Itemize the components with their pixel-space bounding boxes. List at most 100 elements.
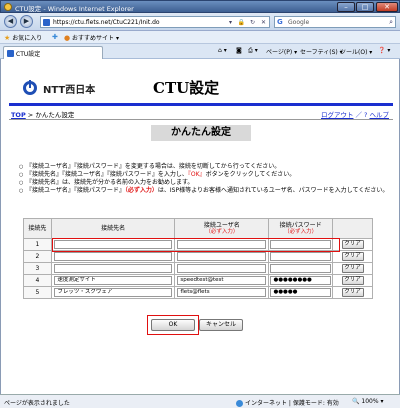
connection-table: 接続先 接続先名 接続ユーザ名 （必ず入力） 接続パスワード （必ず入力） 1 クリ… — [23, 218, 373, 299]
zoom-level[interactable]: 🔍 100% ▾ — [352, 398, 383, 405]
connection-name-input[interactable]: フレッツ・スクウェア — [54, 288, 173, 297]
breadcrumb: TOP > かんたん設定 — [11, 109, 74, 119]
row-number: 3 — [23, 262, 52, 275]
address-field[interactable]: https://ctu.flets.net/CtuC221/Init.do ▾ … — [40, 16, 270, 28]
section-heading: かんたん設定 — [151, 125, 251, 141]
table-row: 4 速度測定サイト speedtest@test ●●●●●●●● クリア — [23, 274, 373, 287]
google-icon: G — [277, 18, 283, 26]
table-row: 5 フレッツ・スクウェア flets@flets ●●●●● クリア — [23, 286, 373, 299]
breadcrumb-top-link[interactable]: TOP — [11, 111, 26, 119]
tab-bar: CTU設定 ⌂ ▾ ◙ ⎙ ▾ ページ(P) ▾ セーフティ(S) ▾ ツール(… — [0, 44, 400, 59]
lock-icon[interactable]: 🔒 — [237, 18, 246, 27]
header-connection-no: 接続先 — [23, 218, 52, 239]
link-separator: ／ — [355, 111, 362, 119]
window-titlebar: CTU設定 - Windows Internet Explorer – □ ✕ — [0, 0, 400, 13]
connection-name-input[interactable]: 速度測定サイト — [54, 276, 173, 285]
favorites-button[interactable]: ★ お気に入り — [4, 33, 42, 42]
suggested-sites-link[interactable]: ● おすすめサイト ▾ — [64, 33, 119, 42]
header-connection-name: 接続先名 — [50, 218, 176, 239]
connection-name-input[interactable] — [54, 252, 173, 261]
connection-name-input[interactable] — [54, 264, 173, 273]
clear-button[interactable]: クリア — [341, 252, 364, 261]
security-zone: インターネット | 保護モード: 有効 — [236, 398, 339, 407]
search-input[interactable]: G Google ⌕ — [274, 16, 396, 28]
connection-name-input[interactable] — [54, 240, 173, 249]
search-placeholder: Google — [288, 19, 310, 26]
stop-icon[interactable]: ✕ — [259, 18, 268, 27]
dropdown-icon[interactable]: ▾ — [226, 18, 235, 27]
site-favicon-icon — [43, 19, 50, 26]
row-number: 5 — [23, 286, 52, 299]
tab-label: CTU設定 — [16, 51, 41, 58]
forward-button[interactable]: ▶ — [20, 15, 33, 28]
ok-button[interactable]: OK — [151, 319, 195, 331]
tab-favicon-icon — [7, 50, 14, 57]
instruction-list: 『接続ユーザ名』『接続パスワード』を変更する場合は、接続を切断してから行ってくだ… — [19, 163, 389, 195]
tools-menu[interactable]: ツール(O) ▾ — [340, 47, 372, 56]
favorites-bar: ★ お気に入り ✚ ● おすすめサイト ▾ — [0, 31, 400, 44]
top-links: ログアウト／? ヘルプ — [321, 109, 389, 119]
print-icon[interactable]: ⎙ ▾ — [248, 47, 258, 55]
row-number: 2 — [23, 250, 52, 263]
page-title: CTU設定 — [153, 79, 220, 97]
page-menu[interactable]: ページ(P) ▾ — [266, 47, 297, 56]
breadcrumb-separator: > — [25, 111, 36, 119]
password-input[interactable]: ●●●●●●●● — [270, 276, 331, 285]
header-divider — [9, 103, 393, 106]
required-note: （必ず入力） — [205, 228, 239, 235]
user-name-input[interactable] — [177, 240, 267, 249]
home-icon[interactable]: ⌂ ▾ — [218, 47, 227, 54]
instruction-item: 『接続先名』『接続ユーザ名』『接続パスワード』を入力し、『OK』ボタンをクリック… — [19, 171, 389, 179]
maximize-button[interactable]: □ — [356, 2, 374, 12]
password-input[interactable] — [270, 264, 331, 273]
password-input[interactable]: ●●●●● — [270, 288, 331, 297]
breadcrumb-divider — [9, 119, 393, 120]
status-text: ページが表示されました — [4, 400, 70, 407]
search-icon[interactable]: ⌕ — [389, 18, 393, 27]
address-url: https://ctu.flets.net/CtuC221/Init.do — [53, 19, 160, 26]
header-user-name: 接続ユーザ名 （必ず入力） — [174, 218, 270, 239]
minimize-button[interactable]: – — [337, 2, 355, 12]
suggested-label: おすすめサイト ▾ — [72, 35, 119, 42]
ie-icon — [4, 3, 12, 11]
favorites-label: お気に入り — [12, 35, 43, 42]
suggested-sites-button[interactable]: ✚ — [52, 33, 58, 41]
user-name-input[interactable] — [177, 252, 267, 261]
user-name-input[interactable]: flets@flets — [177, 288, 267, 297]
clear-button[interactable]: クリア — [341, 264, 364, 273]
safety-menu[interactable]: セーフティ(S) ▾ — [300, 47, 343, 56]
zoom-icon: 🔍 — [352, 398, 360, 405]
help-menu[interactable]: ❓ ▾ — [378, 47, 390, 54]
back-button[interactable]: ◀ — [4, 15, 17, 28]
header-clear — [332, 218, 373, 239]
globe-icon — [236, 400, 243, 407]
user-name-input[interactable] — [177, 264, 267, 273]
page-content: NTT西日本 CTU設定 TOP > かんたん設定 ログアウト／? ヘルプ かん… — [0, 59, 400, 394]
password-input[interactable] — [270, 240, 331, 249]
password-input[interactable] — [270, 252, 331, 261]
clear-button[interactable]: クリア — [341, 288, 364, 297]
clear-button[interactable]: クリア — [341, 276, 364, 285]
tab-ctu[interactable]: CTU設定 — [3, 46, 103, 59]
help-link[interactable]: ヘルプ — [370, 111, 390, 119]
refresh-icon[interactable]: ↻ — [248, 18, 257, 27]
status-bar: ページが表示されました インターネット | 保護モード: 有効 🔍 100% ▾ — [0, 394, 400, 408]
logout-link[interactable]: ログアウト — [321, 111, 354, 119]
feeds-icon[interactable]: ◙ — [236, 47, 242, 54]
user-name-input[interactable]: speedtest@test — [177, 276, 267, 285]
cancel-button[interactable]: キャンセル — [199, 319, 243, 331]
breadcrumb-current: かんたん設定 — [35, 111, 75, 119]
add-favorite-icon: ✚ — [52, 33, 58, 41]
ntt-logo-icon — [23, 80, 37, 95]
instruction-item: 『接続先名』は、接続先が分かる名前の入力をお勧めします。 — [19, 179, 389, 187]
window-title: CTU設定 - Windows Internet Explorer — [15, 5, 134, 13]
address-toolbar: ◀ ▶ https://ctu.flets.net/CtuC221/Init.d… — [0, 13, 400, 31]
table-row: 3 クリア — [23, 262, 373, 275]
header-password: 接続パスワード （必ず入力） — [268, 218, 334, 239]
table-header-row: 接続先 接続先名 接続ユーザ名 （必ず入力） 接続パスワード （必ず入力） — [23, 218, 373, 239]
close-button[interactable]: ✕ — [376, 2, 398, 12]
instruction-item: 『接続ユーザ名』『接続パスワード』を変更する場合は、接続を切断してから行ってくだ… — [19, 163, 389, 171]
star-icon: ★ — [4, 34, 11, 42]
brand-logo-text: NTT西日本 — [43, 85, 96, 96]
clear-button[interactable]: クリア — [341, 240, 364, 249]
